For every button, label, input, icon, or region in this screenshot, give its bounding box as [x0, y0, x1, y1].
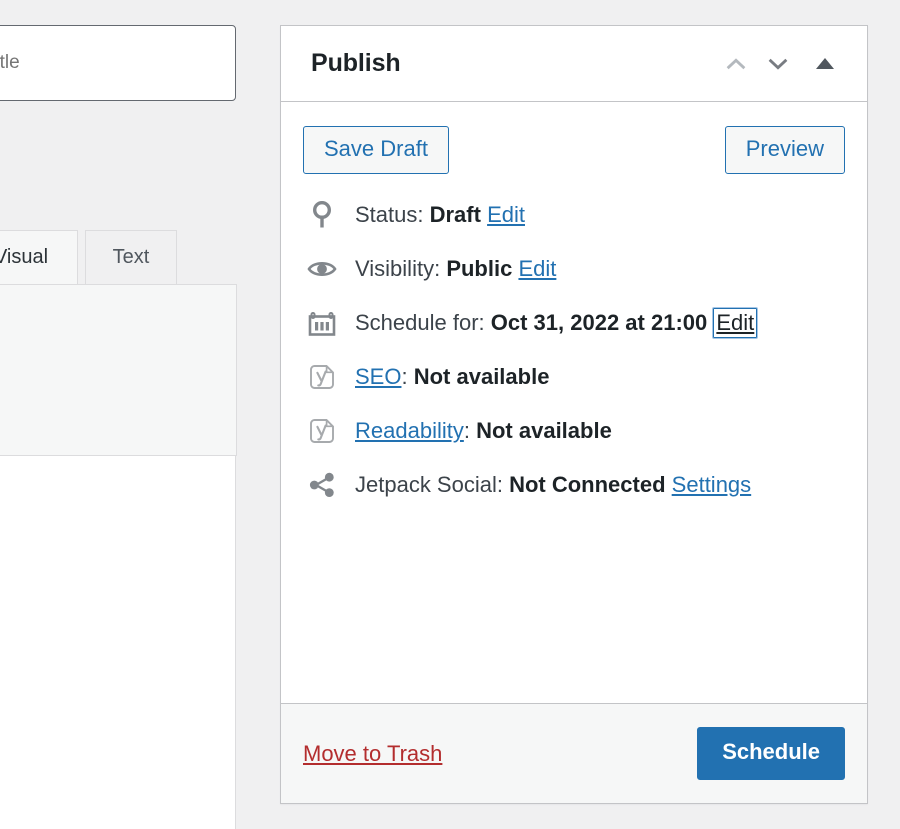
yoast-icon	[307, 416, 337, 446]
edit-status-link[interactable]: Edit	[487, 202, 525, 227]
yoast-seo-row: SEO: Not available	[303, 360, 845, 394]
post-visibility-value: Public	[446, 256, 512, 281]
major-publishing-actions: Move to Trash Schedule	[281, 703, 867, 803]
yoast-readability-link[interactable]: Readability	[355, 418, 464, 443]
save-draft-button[interactable]: Save Draft	[303, 126, 449, 174]
post-schedule-row: Schedule for: Oct 31, 2022 at 21:00 Edit	[303, 306, 845, 340]
jetpack-settings-link[interactable]: Settings	[672, 472, 752, 497]
post-status-label: Status:	[355, 202, 423, 227]
edit-visibility-link[interactable]: Edit	[518, 256, 556, 281]
pin-icon	[307, 200, 337, 230]
post-visibility-label: Visibility:	[355, 256, 440, 281]
toggle-panel-button[interactable]	[805, 43, 845, 85]
yoast-seo-separator: :	[401, 364, 407, 389]
move-to-trash-link[interactable]: Move to Trash	[303, 741, 442, 767]
yoast-seo-value: Not available	[414, 364, 550, 389]
publish-metabox: Publish Save Draft Preview	[280, 25, 868, 804]
order-higher-button[interactable]	[715, 43, 757, 85]
edit-schedule-link[interactable]: Edit	[713, 308, 757, 338]
post-schedule-value: Oct 31, 2022 at 21:00	[491, 310, 707, 335]
yoast-readability-separator: :	[464, 418, 470, 443]
yoast-readability-value: Not available	[476, 418, 612, 443]
eye-icon	[307, 254, 337, 284]
post-status-value: Draft	[430, 202, 481, 227]
publish-panel-title: Publish	[311, 49, 715, 78]
yoast-seo-link[interactable]: SEO	[355, 364, 401, 389]
yoast-readability-row: Readability: Not available	[303, 414, 845, 448]
minor-publishing-actions: Save Draft Preview	[281, 102, 867, 198]
post-editor-column: Visual Text	[0, 0, 236, 829]
chevron-down-icon	[767, 53, 789, 75]
preview-button[interactable]: Preview	[725, 126, 845, 174]
schedule-button[interactable]: Schedule	[697, 727, 845, 779]
jetpack-social-label: Jetpack Social:	[355, 472, 503, 497]
tab-text[interactable]: Text	[85, 230, 177, 284]
triangle-up-icon	[816, 58, 834, 69]
misc-publishing-actions: Status: Draft Edit Visibility: Public Ed…	[281, 198, 867, 521]
post-title-input[interactable]	[0, 25, 236, 101]
share-icon	[307, 470, 337, 500]
order-lower-button[interactable]	[757, 43, 799, 85]
post-visibility-row: Visibility: Public Edit	[303, 252, 845, 286]
yoast-icon	[307, 362, 337, 392]
tab-visual[interactable]: Visual	[0, 230, 78, 284]
chevron-up-icon	[725, 53, 747, 75]
publish-metabox-header: Publish	[281, 26, 867, 102]
calendar-icon	[307, 308, 337, 338]
jetpack-social-value: Not Connected	[509, 472, 665, 497]
post-schedule-label: Schedule for:	[355, 310, 485, 335]
post-status-row: Status: Draft Edit	[303, 198, 845, 232]
jetpack-social-row: Jetpack Social: Not Connected Settings	[303, 468, 845, 502]
editor-toolbar	[0, 284, 237, 456]
editor-mode-tabs: Visual Text	[0, 230, 236, 284]
editor-content-area[interactable]	[0, 456, 236, 829]
